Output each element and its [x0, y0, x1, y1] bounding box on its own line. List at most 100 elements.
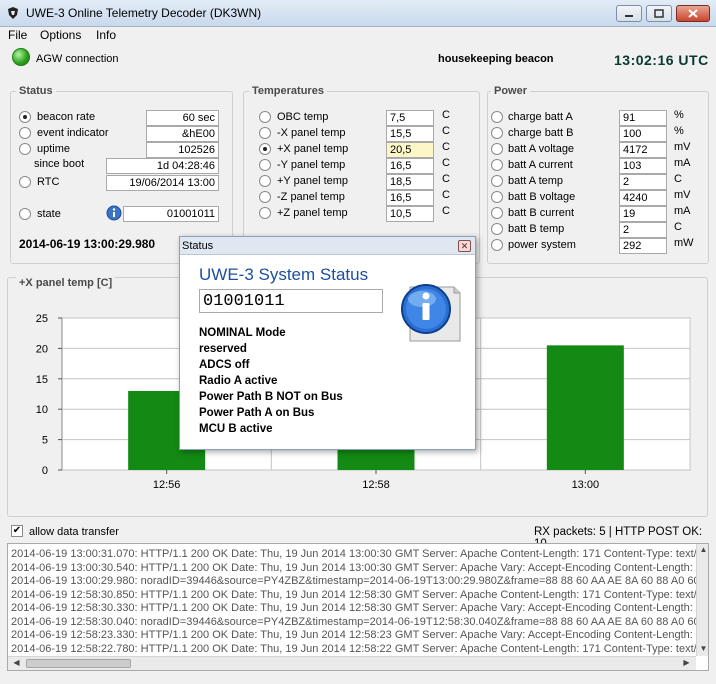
since-boot-field[interactable]: 1d 04:28:46 — [106, 158, 219, 174]
temp-label: -X panel temp — [277, 127, 346, 139]
power-value-field[interactable]: 4172 — [619, 142, 667, 158]
status-group-title: Status — [16, 85, 56, 97]
menu-options[interactable]: Options — [40, 28, 81, 42]
since-boot-label: since boot — [34, 158, 85, 170]
temp-value-field[interactable]: 18,5 — [386, 174, 434, 190]
radio-temp-3[interactable] — [259, 159, 271, 171]
power-unit: C — [674, 173, 682, 185]
temp-value-field[interactable]: 16,5 — [386, 190, 434, 206]
temp-unit: C — [442, 141, 450, 153]
vertical-scrollbar[interactable]: ▲ ▼ — [696, 544, 708, 656]
radio-temp-0[interactable] — [259, 111, 271, 123]
power-value-field[interactable]: 4240 — [619, 190, 667, 206]
radio-power-6[interactable] — [491, 207, 503, 219]
x-tick-label: 12:56 — [153, 479, 181, 491]
temp-label: -Z panel temp — [277, 191, 345, 203]
temp-label: +Z panel temp — [277, 207, 348, 219]
power-value-field[interactable]: 100 — [619, 126, 667, 142]
y-tick-label: 20 — [36, 343, 48, 355]
power-value-field[interactable]: 2 — [619, 222, 667, 238]
info-icon[interactable] — [106, 205, 122, 221]
utc-clock: 13:02:16 UTC — [614, 52, 709, 68]
radio-beacon-rate[interactable] — [19, 111, 31, 123]
radio-power-7[interactable] — [491, 223, 503, 235]
title-bar[interactable]: UWE-3 Online Telemetry Decoder (DK3WN) — [0, 0, 716, 27]
dialog-status-value[interactable]: 01001011 — [199, 289, 383, 313]
radio-power-8[interactable] — [491, 239, 503, 251]
radio-uptime[interactable] — [19, 143, 31, 155]
log-textbox[interactable]: 2014-06-19 13:00:31.070: HTTP/1.1 200 OK… — [7, 543, 709, 671]
maximize-icon — [654, 9, 664, 18]
minimize-button[interactable] — [616, 5, 642, 22]
close-icon — [688, 9, 698, 18]
y-tick-label: 0 — [42, 465, 48, 477]
state-field[interactable]: 01001011 — [123, 206, 219, 222]
temp-value-field[interactable]: 16,5 — [386, 158, 434, 174]
power-label: batt A voltage — [508, 143, 575, 155]
chart-title: +X panel temp [C] — [16, 277, 116, 289]
horizontal-scrollbar[interactable]: ◀ ▶ — [8, 656, 696, 670]
menu-info[interactable]: Info — [96, 28, 116, 42]
radio-power-3[interactable] — [491, 159, 503, 171]
temp-value-field[interactable]: 10,5 — [386, 206, 434, 222]
power-value-field[interactable]: 292 — [619, 238, 667, 254]
temp-value-field[interactable]: 20,5 — [386, 142, 434, 158]
radio-state[interactable] — [19, 208, 31, 220]
event-indicator-field[interactable]: &hE00 — [146, 126, 219, 142]
power-unit: C — [674, 221, 682, 233]
scroll-up-arrow-icon[interactable]: ▲ — [697, 545, 708, 554]
radio-temp-4[interactable] — [259, 175, 271, 187]
radio-power-0[interactable] — [491, 111, 503, 123]
log-line: 2014-06-19 13:00:31.070: HTTP/1.1 200 OK… — [11, 548, 697, 560]
horizontal-scroll-thumb[interactable] — [26, 659, 131, 668]
dialog-title-bar[interactable]: Status ✕ — [180, 237, 475, 255]
power-value-field[interactable]: 91 — [619, 110, 667, 126]
radio-power-1[interactable] — [491, 127, 503, 139]
dialog-close-button[interactable]: ✕ — [458, 240, 471, 252]
temp-unit: C — [442, 157, 450, 169]
scroll-down-arrow-icon[interactable]: ▼ — [697, 644, 708, 653]
menu-file[interactable]: File — [8, 28, 27, 42]
log-line: 2014-06-19 12:58:30.850: HTTP/1.1 200 OK… — [11, 588, 697, 601]
dialog-status-line: NOMINAL Mode — [199, 327, 286, 339]
radio-temp-1[interactable] — [259, 127, 271, 139]
temp-unit: C — [442, 125, 450, 137]
status-timestamp: 2014-06-19 13:00:29.980 — [19, 237, 156, 251]
dialog-status-line: Power Path B NOT on Bus — [199, 391, 343, 403]
radio-rtc[interactable] — [19, 176, 31, 188]
radio-power-5[interactable] — [491, 191, 503, 203]
maximize-button[interactable] — [646, 5, 672, 22]
scroll-left-arrow-icon[interactable]: ◀ — [10, 658, 23, 667]
allow-data-transfer-checkbox[interactable]: ✔ — [11, 525, 23, 537]
y-tick-label: 10 — [36, 404, 48, 416]
close-button[interactable] — [676, 5, 710, 22]
beacon-rate-label: beacon rate — [37, 111, 96, 123]
log-line: 2014-06-19 12:58:23.330: HTTP/1.1 200 OK… — [11, 629, 693, 641]
radio-temp-2[interactable] — [259, 143, 271, 155]
radio-temp-5[interactable] — [259, 191, 271, 203]
uptime-label: uptime — [37, 143, 71, 155]
state-label: state — [37, 208, 61, 220]
y-tick-label: 15 — [36, 374, 48, 386]
power-value-field[interactable]: 2 — [619, 174, 667, 190]
power-unit: mV — [674, 141, 691, 153]
radio-event-indicator[interactable] — [19, 127, 31, 139]
radio-power-2[interactable] — [491, 143, 503, 155]
power-unit: mW — [674, 237, 694, 249]
rtc-field[interactable]: 19/06/2014 13:00 — [106, 175, 219, 191]
scroll-right-arrow-icon[interactable]: ▶ — [680, 658, 693, 667]
rtc-label: RTC — [37, 176, 60, 188]
temp-value-field[interactable]: 7,5 — [386, 110, 434, 126]
agw-status-led — [12, 48, 30, 66]
temp-label: -Y panel temp — [277, 159, 346, 171]
beacon-rate-field[interactable]: 60 sec — [146, 110, 219, 126]
temp-label: +X panel temp — [277, 143, 349, 155]
power-value-field[interactable]: 103 — [619, 158, 667, 174]
uptime-field[interactable]: 102526 — [146, 142, 219, 158]
power-value-field[interactable]: 19 — [619, 206, 667, 222]
log-line: 2014-06-19 12:58:22.780: HTTP/1.1 200 OK… — [11, 642, 697, 655]
radio-temp-6[interactable] — [259, 207, 271, 219]
temp-value-field[interactable]: 15,5 — [386, 126, 434, 142]
radio-power-4[interactable] — [491, 175, 503, 187]
log-line: 2014-06-19 12:58:30.040: noradID=39446&s… — [11, 615, 709, 628]
